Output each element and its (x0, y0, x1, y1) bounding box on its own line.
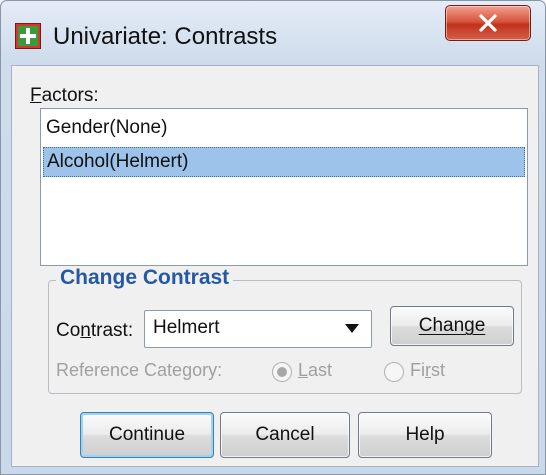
radio-selected-dot (277, 367, 287, 377)
contrast-dropdown[interactable]: Helmert (144, 310, 372, 348)
list-item-selected[interactable]: Alcohol(Helmert) (43, 147, 525, 177)
factors-label: Factors: (30, 85, 99, 106)
change-button[interactable]: Change (390, 306, 514, 346)
continue-button[interactable]: Continue (80, 412, 214, 458)
contrast-dropdown-value: Helmert (153, 317, 220, 338)
cancel-button[interactable]: Cancel (220, 412, 350, 458)
spss-dialog-icon (15, 23, 41, 49)
reference-last-radio[interactable] (272, 362, 292, 382)
reference-last-label: Last (298, 360, 333, 380)
close-icon (479, 14, 497, 32)
factors-listbox[interactable]: Gender(None) Alcohol(Helmert) (40, 108, 528, 266)
chevron-down-icon (345, 324, 359, 333)
reference-first-radio[interactable] (384, 362, 404, 382)
list-item[interactable]: Gender(None) (43, 113, 525, 143)
close-button[interactable] (445, 5, 531, 41)
window-title: Univariate: Contrasts (53, 23, 278, 50)
help-button[interactable]: Help (358, 412, 492, 458)
reference-first-label: First (410, 360, 446, 380)
title-bar: Univariate: Contrasts (1, 1, 545, 65)
reference-category-label: Reference Category: (56, 360, 223, 380)
contrast-label: Contrast: (56, 320, 134, 341)
change-contrast-title: Change Contrast (56, 266, 234, 290)
